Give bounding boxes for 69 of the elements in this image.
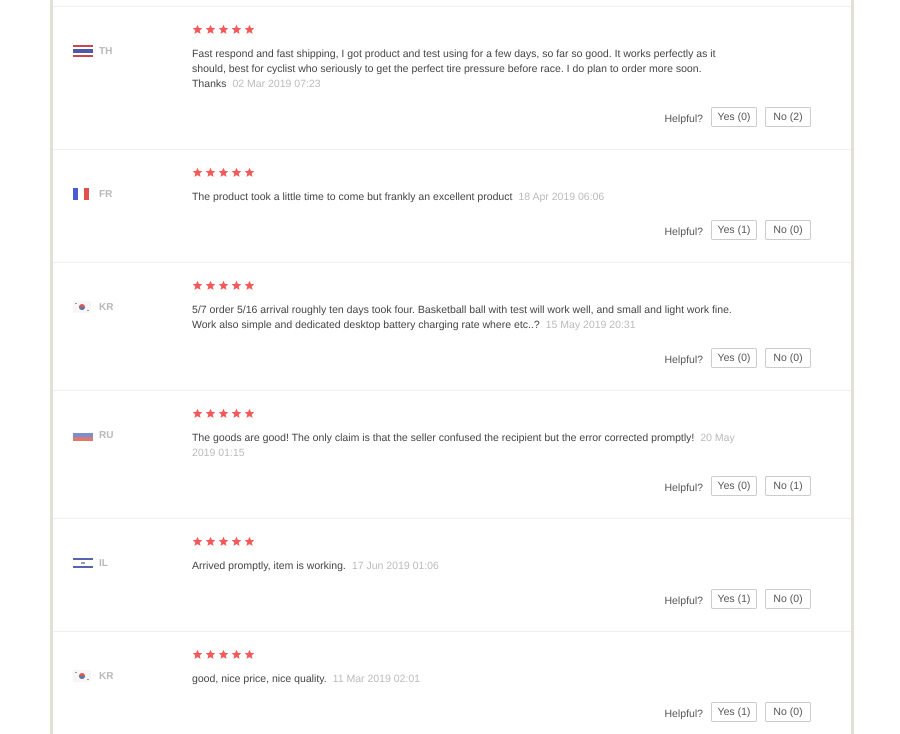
star-icon [244,649,255,660]
no-button[interactable]: No (0) [765,702,811,722]
no-button[interactable]: No (2) [765,107,811,127]
country-code: TH [99,46,112,56]
yes-button[interactable]: Yes (1) [711,589,757,609]
country-code: KR [99,302,114,312]
helpful-label: Helpful? [664,112,703,124]
review-text: Arrived promptly, item is working. 17 Jun 2019 01:06 [192,559,440,574]
country-code: FR [99,188,112,200]
review-text: The product took a little time to come but frankly an excellent product 18 Apr 2019 06:06 [192,190,606,205]
star-icon [231,167,242,178]
star-icon [244,167,255,178]
no-button[interactable]: No (0) [765,220,811,240]
helpful-label: Helpful? [664,708,703,720]
helpful-label: Helpful? [664,482,703,494]
flag-icon [73,670,93,682]
yes-button[interactable]: Yes (1) [711,220,757,240]
star-icon [192,24,203,35]
star-icon [205,24,216,35]
flag-icon [73,557,93,569]
star-icon [218,408,229,419]
flag-icon [73,301,93,313]
review-date: 18 Apr 2019 06:06 [518,191,604,203]
review-text: good, nice price, nice quality. 11 Mar 2019 02:01 [192,672,422,687]
star-icon [192,408,203,419]
star-icon [218,536,229,547]
star-icon [192,280,203,291]
country-code: RU [99,430,114,440]
star-icon [205,408,216,419]
star-icon [231,536,242,547]
star-icon [231,408,242,419]
star-icon [205,649,216,660]
star-icon [218,24,229,35]
star-icon [244,408,255,419]
country-code: KR [99,670,114,682]
star-icon [244,536,255,547]
country-code: IL [99,558,108,568]
review-date: 17 Jun 2019 01:06 [352,560,439,572]
yes-button[interactable]: Yes (0) [711,107,757,127]
star-icon [244,24,255,35]
yes-button[interactable]: Yes (0) [711,476,757,496]
star-icon [231,280,242,291]
review-text: 5/7 order 5/16 arrival roughly ten days took four. Basketball ball with test will work well, and small and light work fine. Work also simple and dedicated desktop battery charging rate where etc..? 15 May 2019 20:31 [192,303,733,333]
star-icon [244,280,255,291]
star-icon [231,24,242,35]
star-icon [205,280,216,291]
review-date: 15 May 2019 20:31 [546,319,636,331]
review-date: 02 Mar 2019 07:23 [232,78,321,90]
helpful-label: Helpful? [664,594,703,606]
no-button[interactable]: No (0) [765,348,811,368]
star-icon [205,167,216,178]
star-icon [218,649,229,660]
star-icon [231,649,242,660]
star-icon [205,536,216,547]
star-icon [218,167,229,178]
star-icon [192,536,203,547]
helpful-label: Helpful? [664,354,703,366]
yes-button[interactable]: Yes (1) [711,702,757,722]
no-button[interactable]: No (0) [765,589,811,609]
no-button[interactable]: No (1) [765,476,811,496]
star-icon [218,280,229,291]
flag-icon [73,45,93,57]
yes-button[interactable]: Yes (0) [711,348,757,368]
helpful-label: Helpful? [664,226,703,238]
review-text: The goods are good! The only claim is that the seller confused the recipient but the error corrected promptly! 20 May 2019 01:15 [192,431,736,461]
review-date: 11 Mar 2019 02:01 [332,673,420,685]
star-icon [192,649,203,660]
star-icon [192,167,203,178]
review-text: Fast respond and fast shipping, I got product and test using for a few days, so far so good. It works perfectly as it should, best for cyclist who seriously to get the perfect tire pressure before race. I do plan to order more soon. Thanks 02 Mar 2019 07:23 [192,47,717,92]
